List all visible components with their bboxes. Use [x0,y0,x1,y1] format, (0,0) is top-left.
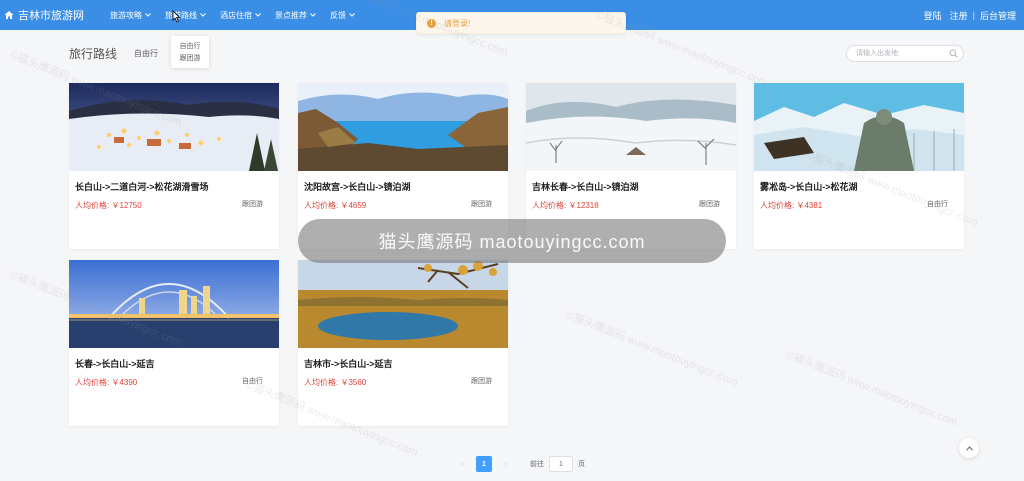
warning-toast: ! 请登录! [416,12,626,34]
chevron-up-icon [965,445,973,451]
auth-links: 登陆 注册 | 后台管理 [924,0,1016,30]
price-label: 人均价格: ￥ [75,378,120,387]
watermark-text: ©猫头鹰源码 www.maotouyingcc.com [564,308,740,389]
price-value: 12750 [119,201,142,210]
route-type: 跟团游 [471,378,492,385]
price-value: 4390 [119,378,138,387]
route-title: 长白山->二道白河->松花湖滑雪场 [75,182,209,192]
route-image-winter-town [69,83,279,171]
price-value: 4659 [348,201,367,210]
brand[interactable]: 吉林市旅游网 [4,7,84,23]
route-price: 人均价格: ￥4381 [760,200,822,211]
page-number-current[interactable]: 1 [476,456,492,472]
price-value: 4381 [804,201,823,210]
price-label: 人均价格: ￥ [760,201,805,210]
dropdown-item-group-tour[interactable]: 跟团游 [171,53,209,65]
watermark-text: ©猫头鹰源码 www.maotouyingcc.com [784,348,960,429]
route-price: 人均价格: ￥4390 [75,377,137,388]
search-icon[interactable] [949,49,958,58]
mouse-cursor-icon [172,10,181,23]
route-price: 人均价格: ￥12318 [532,200,599,211]
price-value: 3560 [348,378,367,387]
nav-item-label: 酒店住宿 [220,10,252,20]
toast-message: 请登录! [444,18,471,28]
route-image-arch-bridge [69,260,279,348]
price-label: 人均价格: ￥ [304,201,349,210]
route-card[interactable]: 吉林市->长白山->延吉 人均价格: ￥3560 跟团游 [298,260,508,426]
dropdown-item-self-guided[interactable]: 自由行 [171,41,209,53]
price-label: 人均价格: ￥ [304,378,349,387]
home-icon [4,11,14,19]
route-title: 长春->长白山->延吉 [75,359,155,369]
route-title: 吉林市->长白山->延吉 [304,359,393,369]
route-type: 自由行 [927,201,948,208]
pagination: ‹ 1 › 前往 页 [456,456,585,472]
route-title: 沈阳故宫->长白山->镜泊湖 [304,182,411,192]
nav-item-label: 旅游路线 [165,10,197,20]
page-title: 旅行路线 [69,47,118,61]
separator: | [972,10,975,20]
warning-icon: ! [427,18,436,28]
search-input[interactable] [846,45,964,62]
route-type: 自由行 [242,378,263,385]
route-image-crater-lake [298,83,508,171]
page-unit-label: 页 [578,461,585,468]
chevron-down-icon [200,13,206,17]
chevron-down-icon [349,13,355,17]
admin-link[interactable]: 后台管理 [980,9,1016,22]
route-type: 跟团游 [471,201,492,208]
price-label: 人均价格: ￥ [75,201,120,210]
register-link[interactable]: 注册 [950,9,968,22]
route-card[interactable]: 雾凇岛->长白山->松花湖 人均价格: ￥4381 自由行 [754,83,964,249]
goto-page-input[interactable] [549,456,573,472]
nav-item-feedback[interactable]: 反馈 [330,10,355,21]
route-image-autumn-lake [298,260,508,348]
nav-item-label: 景点推荐 [275,10,307,20]
chevron-down-icon [255,13,261,17]
route-type: 跟团游 [242,201,263,208]
route-title: 雾凇岛->长白山->松花湖 [760,182,858,192]
nav-item-label: 反馈 [330,10,346,20]
route-card[interactable]: 长白山->二道白河->松花湖滑雪场 人均价格: ￥12750 跟团游 [69,83,279,249]
price-value: 12318 [576,201,599,210]
chevron-down-icon [145,13,151,17]
nav-item-hotels[interactable]: 酒店住宿 [220,10,261,21]
watermark-banner: 猫头鹰源码 maotouyingcc.com [298,219,726,263]
route-image-snow-mountain-view [754,83,964,171]
nav-item-attractions[interactable]: 景点推荐 [275,10,316,21]
back-to-top-button[interactable] [959,438,979,458]
prev-page-button[interactable]: ‹ [456,461,468,468]
route-type: 跟团游 [699,201,720,208]
routes-dropdown-menu: 自由行 跟团游 [171,36,209,68]
goto-label: 前往 [530,461,544,468]
nav-item-guides[interactable]: 旅游攻略 [110,10,151,21]
login-link[interactable]: 登陆 [924,9,942,22]
route-price: 人均价格: ￥12750 [75,200,142,211]
route-title: 吉林长春->长白山->镜泊湖 [532,182,639,192]
route-price: 人均价格: ￥3560 [304,377,366,388]
route-image-snowy-hills [526,83,736,171]
filter-tab-self-guided[interactable]: 自由行 [134,48,158,59]
chevron-down-icon [310,13,316,17]
nav-item-label: 旅游攻略 [110,10,142,20]
route-card[interactable]: 长春->长白山->延吉 人均价格: ￥4390 自由行 [69,260,279,426]
brand-name: 吉林市旅游网 [18,10,84,22]
route-price: 人均价格: ￥4659 [304,200,366,211]
price-label: 人均价格: ￥ [532,201,577,210]
next-page-button[interactable]: › [500,461,512,468]
